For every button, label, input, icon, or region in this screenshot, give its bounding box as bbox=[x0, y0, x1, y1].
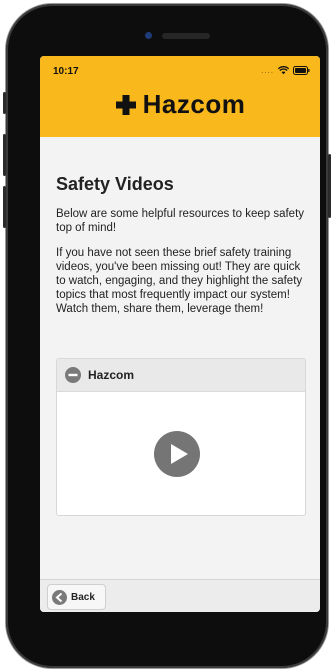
intro-paragraph: Below are some helpful resources to keep… bbox=[56, 208, 305, 234]
volume-up-button bbox=[3, 134, 6, 176]
description-paragraph: If you have not seen these brief safety … bbox=[56, 247, 303, 315]
front-camera bbox=[145, 32, 152, 39]
power-button bbox=[328, 154, 331, 218]
back-button[interactable]: Back bbox=[47, 584, 106, 610]
main-content: Safety Videos Below are some helpful res… bbox=[56, 174, 306, 327]
wifi-icon bbox=[278, 66, 289, 75]
volume-down-button bbox=[3, 186, 6, 228]
brand-logo: Hazcom bbox=[40, 89, 320, 120]
video-player[interactable] bbox=[154, 431, 200, 482]
app-screen: 10:17 .... Hazcom Safety Videos Below ar… bbox=[40, 56, 320, 612]
status-icons: .... bbox=[261, 66, 310, 75]
back-arrow-icon bbox=[52, 589, 67, 605]
play-icon[interactable] bbox=[154, 431, 200, 477]
earpiece-speaker bbox=[162, 33, 210, 39]
plus-icon bbox=[115, 94, 136, 115]
signal-icon: .... bbox=[261, 66, 274, 75]
app-header: 10:17 .... Hazcom bbox=[40, 56, 320, 137]
page-title: Safety Videos bbox=[56, 174, 174, 194]
battery-icon bbox=[293, 66, 310, 75]
back-button-label: Back bbox=[71, 591, 95, 603]
brand-name: Hazcom bbox=[142, 89, 246, 119]
minus-circle-icon[interactable] bbox=[65, 367, 81, 383]
phone-frame: 10:17 .... Hazcom Safety Videos Below ar… bbox=[3, 4, 331, 668]
status-time: 10:17 bbox=[53, 66, 79, 77]
accordion-title: Hazcom bbox=[88, 368, 135, 382]
video-accordion: Hazcom bbox=[56, 358, 306, 516]
accordion-header[interactable]: Hazcom bbox=[57, 359, 305, 392]
mute-switch bbox=[3, 92, 6, 114]
footer-bar: Back bbox=[40, 579, 320, 612]
